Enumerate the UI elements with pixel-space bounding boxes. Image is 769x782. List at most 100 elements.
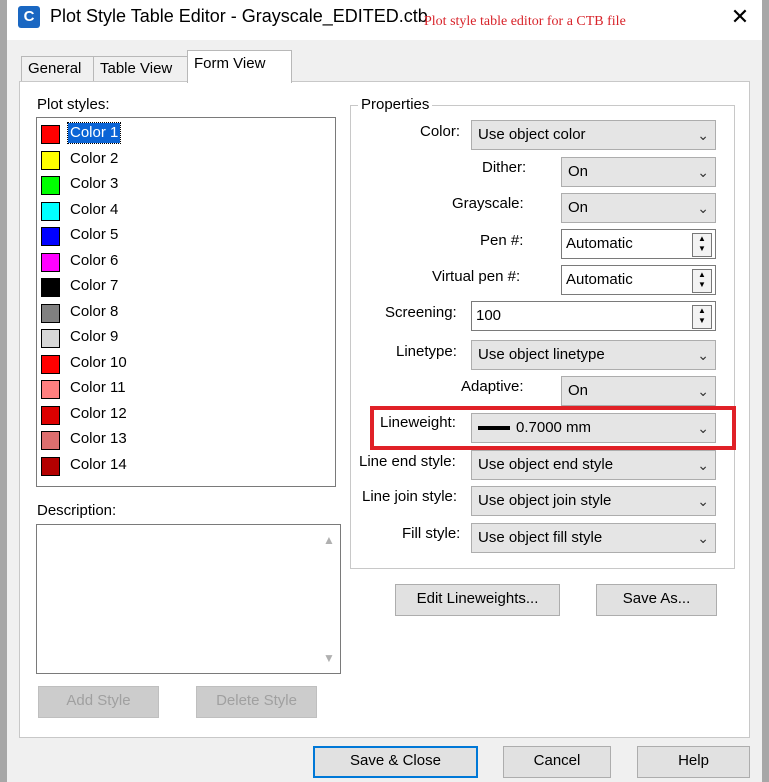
fill-style-dropdown[interactable]: Use object fill style ⌄ — [471, 523, 716, 553]
spin-arrows-icon[interactable]: ▲ ▼ — [692, 233, 712, 257]
properties-legend: Properties — [358, 96, 433, 114]
color-swatch — [41, 405, 60, 425]
color-value: Use object color — [478, 126, 586, 143]
fill-style-value: Use object fill style — [478, 529, 603, 546]
color-swatch — [41, 176, 60, 195]
list-item[interactable]: Color 3 — [37, 172, 307, 197]
line-join-style-dropdown[interactable]: Use object join style ⌄ — [471, 486, 716, 516]
description-textarea[interactable]: ▲ ▼ — [36, 524, 341, 674]
plot-styles-label: Plot styles: — [37, 96, 110, 113]
chevron-down-icon: ⌄ — [697, 164, 709, 180]
chevron-down-icon: ⌄ — [697, 530, 709, 546]
line-end-style-dropdown[interactable]: Use object end style ⌄ — [471, 450, 716, 480]
grayscale-value: On — [568, 199, 589, 216]
window-frame-right — [762, 0, 769, 782]
linetype-value: Use object linetype — [478, 346, 605, 363]
window-title: Plot Style Table Editor - Grayscale_EDIT… — [50, 6, 428, 26]
dither-value: On — [568, 163, 589, 180]
close-icon[interactable]: ✕ — [722, 2, 758, 32]
color-swatch — [41, 329, 60, 348]
list-item-label: Color 13 — [70, 430, 127, 447]
list-item-label: Color 1 — [66, 122, 122, 144]
spin-arrows-icon[interactable]: ▲ ▼ — [692, 305, 712, 329]
color-swatch — [41, 201, 60, 221]
description-scrollbar[interactable]: ▲ ▼ — [318, 525, 340, 673]
delete-style-button[interactable]: Delete Style — [196, 686, 317, 718]
chevron-down-icon: ⌄ — [697, 347, 709, 363]
chevron-down-icon: ⌄ — [697, 200, 709, 216]
chevron-down-icon: ⌄ — [697, 493, 709, 509]
spin-arrows-icon[interactable]: ▲ ▼ — [692, 269, 712, 293]
screening-value: 100 — [476, 307, 502, 324]
dither-dropdown[interactable]: On ⌄ — [561, 157, 716, 187]
cancel-button[interactable]: Cancel — [503, 746, 611, 778]
adaptive-label: Adaptive: — [461, 378, 524, 395]
list-item[interactable]: Color 9 — [37, 325, 307, 350]
dither-label: Dither: — [482, 159, 527, 176]
scroll-up-icon[interactable]: ▲ — [317, 533, 341, 547]
annotation-text: Plot style table editor for a CTB file — [424, 14, 626, 29]
linetype-dropdown[interactable]: Use object linetype ⌄ — [471, 340, 716, 370]
color-swatch — [41, 252, 60, 272]
line-end-style-label: Line end style: — [359, 453, 456, 470]
color-swatch — [41, 456, 60, 476]
list-item[interactable]: Color 8 — [37, 300, 307, 325]
screening-stepper[interactable]: 100 ▲ ▼ — [471, 301, 716, 331]
lineweight-highlight-box — [370, 406, 736, 450]
plot-styles-list[interactable]: Color 1 Color 2 Color 3 Color 4 Color 5 Color… — [36, 117, 336, 487]
color-swatch — [41, 278, 60, 297]
list-item[interactable]: Color 7 — [37, 274, 307, 299]
list-item[interactable]: Color 10 — [37, 351, 307, 376]
chevron-down-icon: ⌄ — [697, 457, 709, 473]
color-swatch — [41, 227, 60, 246]
chevron-down-icon: ⌄ — [697, 127, 709, 143]
color-swatch — [41, 431, 60, 450]
list-item[interactable]: Color 6 — [37, 249, 307, 274]
list-item-label: Color 10 — [70, 353, 127, 371]
virtual-pen-label: Virtual pen #: — [432, 268, 521, 285]
list-item-label: Color 11 — [70, 379, 126, 396]
save-close-button[interactable]: Save & Close — [313, 746, 478, 778]
add-style-button[interactable]: Add Style — [38, 686, 159, 718]
list-item[interactable]: Color 14 — [37, 453, 307, 478]
save-as-button[interactable]: Save As... — [596, 584, 717, 616]
line-join-style-label: Line join style: — [362, 488, 458, 505]
virtual-pen-stepper[interactable]: Automatic ▲ ▼ — [561, 265, 716, 295]
color-dropdown[interactable]: Use object color ⌄ — [471, 120, 716, 150]
pen-label: Pen #: — [480, 232, 524, 249]
list-item-label: Color 5 — [70, 226, 119, 243]
adaptive-value: On — [568, 382, 589, 399]
list-item[interactable]: Color 12 — [37, 402, 307, 427]
screening-label: Screening: — [385, 304, 457, 321]
description-label: Description: — [37, 502, 117, 519]
linetype-label: Linetype: — [396, 343, 457, 360]
list-item[interactable]: Color 5 — [37, 223, 307, 248]
app-logo-icon: C — [18, 6, 40, 28]
color-label: Color: — [420, 123, 461, 140]
pen-value: Automatic — [566, 235, 633, 252]
color-swatch — [41, 354, 60, 374]
list-item-label: Color 12 — [70, 404, 127, 422]
color-swatch — [41, 380, 60, 399]
list-item-label: Color 14 — [70, 455, 127, 473]
list-item-label: Color 3 — [70, 175, 119, 192]
list-item[interactable]: Color 13 — [37, 427, 307, 452]
list-item[interactable]: Color 11 — [37, 376, 307, 401]
tab-form-view[interactable]: Form View — [187, 50, 292, 83]
adaptive-dropdown[interactable]: On ⌄ — [561, 376, 716, 406]
grayscale-label: Grayscale: — [452, 195, 524, 212]
list-item[interactable]: Color 1 — [37, 121, 307, 146]
list-item[interactable]: Color 2 — [37, 147, 307, 172]
edit-lineweights-button[interactable]: Edit Lineweights... — [395, 584, 560, 616]
list-item[interactable]: Color 4 — [37, 198, 307, 223]
chevron-down-icon: ⌄ — [697, 383, 709, 399]
grayscale-dropdown[interactable]: On ⌄ — [561, 193, 716, 223]
list-item-label: Color 8 — [70, 302, 119, 320]
scroll-down-icon[interactable]: ▼ — [317, 651, 341, 665]
fill-style-label: Fill style: — [402, 525, 461, 542]
list-item-label: Color 7 — [70, 277, 119, 294]
pen-number-stepper[interactable]: Automatic ▲ ▼ — [561, 229, 716, 259]
virtual-pen-value: Automatic — [566, 271, 633, 288]
line-join-style-value: Use object join style — [478, 492, 612, 509]
help-button[interactable]: Help — [637, 746, 750, 778]
